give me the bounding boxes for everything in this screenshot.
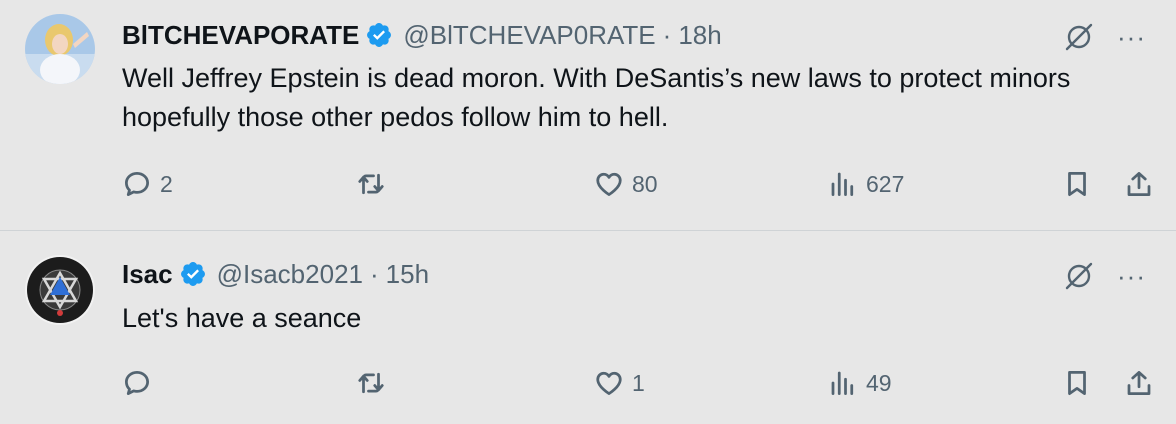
timestamp[interactable]: 15h <box>386 259 429 290</box>
display-name[interactable]: Isac <box>122 259 173 290</box>
view-count: 49 <box>866 369 892 396</box>
grok-icon[interactable] <box>1063 260 1095 292</box>
more-icon[interactable]: ··· <box>1117 263 1146 289</box>
tweet-header: BlTCHEVAPORATE @BlTCHEVAP0RATE · 18h <box>122 18 722 52</box>
tweet-actions: 2 80 627 <box>0 164 1176 204</box>
like-icon <box>596 371 622 395</box>
handle[interactable]: @Isacb2021 <box>217 259 363 290</box>
bookmark-icon <box>1068 172 1086 196</box>
like-count: 1 <box>632 369 645 396</box>
avatar[interactable] <box>25 14 95 84</box>
timestamp[interactable]: 18h <box>678 20 721 51</box>
like-count: 80 <box>632 170 658 197</box>
separator: · <box>662 19 672 50</box>
views-button[interactable]: 627 <box>828 164 904 204</box>
view-count: 627 <box>866 170 905 197</box>
reply-icon <box>125 172 149 196</box>
share-button[interactable] <box>1124 363 1154 403</box>
tweet-top-actions: ··· <box>1063 21 1146 53</box>
views-icon <box>831 371 854 395</box>
tweet-actions: 1 49 <box>0 363 1176 403</box>
more-icon[interactable]: ··· <box>1117 24 1146 50</box>
retweet-button[interactable] <box>356 164 394 204</box>
like-icon <box>596 172 622 196</box>
retweet-button[interactable] <box>356 363 394 403</box>
verified-badge-icon[interactable] <box>365 21 393 49</box>
tweet[interactable]: Isac @Isacb2021 · 15h ··· Let's have a s… <box>0 231 1176 424</box>
tweet[interactable]: BlTCHEVAPORATE @BlTCHEVAP0RATE · 18h ···… <box>0 0 1176 230</box>
views-icon <box>831 172 854 196</box>
handle[interactable]: @BlTCHEVAP0RATE <box>403 20 655 51</box>
bookmark-icon <box>1068 371 1086 395</box>
avatar[interactable] <box>25 255 95 325</box>
like-button[interactable]: 1 <box>594 363 645 403</box>
reply-icon <box>125 371 149 395</box>
reply-count: 2 <box>160 170 173 197</box>
separator: · <box>370 258 379 289</box>
share-icon <box>1127 172 1151 196</box>
like-button[interactable]: 80 <box>594 164 658 204</box>
reply-button[interactable]: 2 <box>122 164 173 204</box>
bookmark-button[interactable] <box>1062 164 1092 204</box>
retweet-icon <box>358 372 384 394</box>
share-icon <box>1127 371 1151 395</box>
tweet-top-actions: ··· <box>1063 260 1146 292</box>
grok-icon[interactable] <box>1063 21 1095 53</box>
bookmark-button[interactable] <box>1062 363 1092 403</box>
verified-badge-icon[interactable] <box>179 260 207 288</box>
reply-button[interactable] <box>122 363 160 403</box>
tweet-header: Isac @Isacb2021 · 15h <box>122 257 429 291</box>
display-name[interactable]: BlTCHEVAPORATE <box>122 20 359 51</box>
tweet-text: Well Jeffrey Epstein is dead moron. With… <box>122 63 1071 132</box>
share-button[interactable] <box>1124 164 1154 204</box>
retweet-icon <box>358 173 384 195</box>
views-button[interactable]: 49 <box>828 363 892 403</box>
tweet-text: Let's have a seance <box>122 303 362 333</box>
